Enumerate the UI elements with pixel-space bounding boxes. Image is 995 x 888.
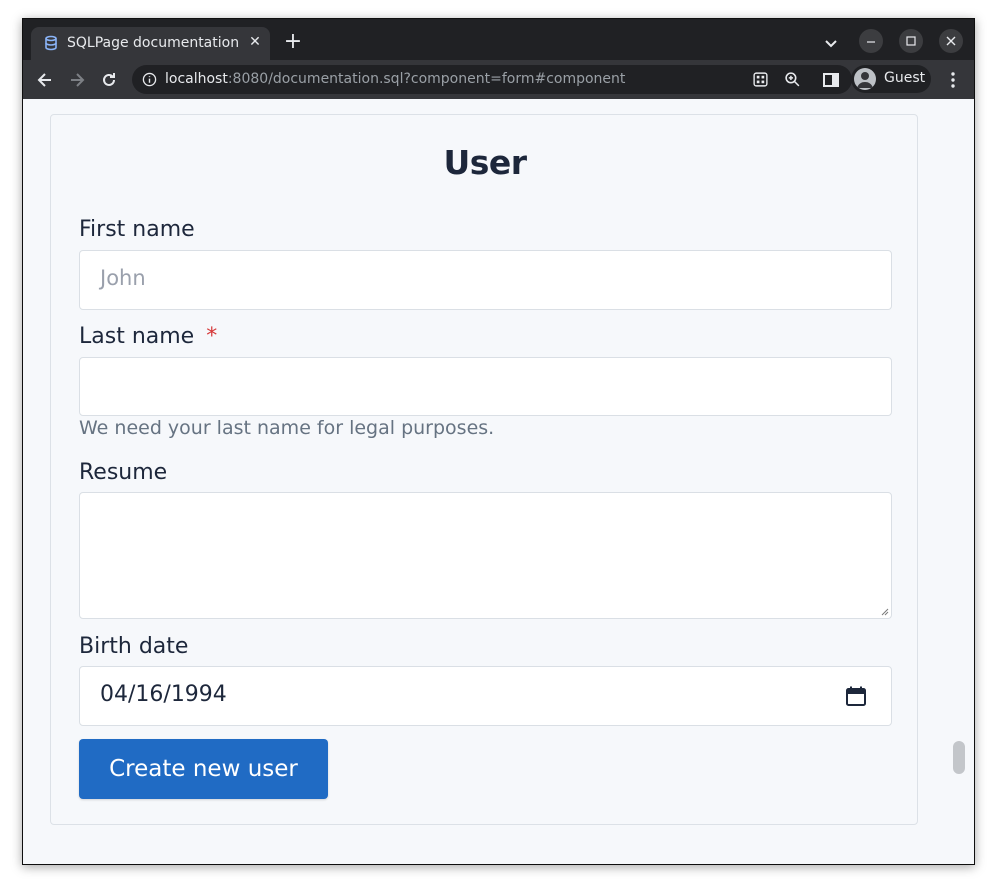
url-text: localhost:8080/documentation.sql?compone…	[165, 71, 625, 87]
resume-textarea[interactable]	[79, 492, 892, 619]
more-menu-icon[interactable]	[943, 70, 963, 90]
resume-label: Resume	[79, 460, 168, 485]
close-window-button[interactable]	[939, 29, 963, 53]
address-bar[interactable]: localhost:8080/documentation.sql?compone…	[132, 65, 852, 94]
calendar-icon[interactable]	[845, 685, 867, 707]
create-user-button[interactable]: Create new user	[79, 739, 328, 799]
last-name-label: Last name *	[79, 324, 217, 349]
browser-toolbar: localhost:8080/documentation.sql?compone…	[23, 60, 974, 99]
maximize-icon	[906, 36, 916, 46]
close-icon	[946, 36, 956, 46]
url-host: localhost	[165, 71, 228, 87]
first-name-input[interactable]: John	[79, 250, 892, 310]
form-title: User	[443, 143, 527, 182]
avatar	[854, 68, 876, 90]
url-path: :8080/documentation.sql?component=form#c…	[227, 71, 626, 87]
maximize-button[interactable]	[899, 29, 923, 53]
active-tab[interactable]: SQLPage documentation ✕	[31, 27, 270, 60]
back-icon[interactable]	[35, 70, 55, 90]
birth-date-label: Birth date	[79, 634, 189, 659]
side-panel-icon[interactable]	[821, 70, 841, 90]
info-icon[interactable]	[142, 72, 157, 87]
scrollbar-thumb[interactable]	[953, 741, 965, 774]
resize-handle-icon[interactable]	[881, 608, 889, 616]
zoom-icon[interactable]	[784, 71, 801, 88]
last-name-label-text: Last name	[79, 324, 195, 349]
database-icon	[45, 35, 57, 51]
minimize-icon	[867, 41, 875, 43]
minimize-button[interactable]	[859, 29, 883, 53]
apps-icon[interactable]	[752, 71, 769, 88]
birth-date-value: 04/16/1994	[100, 682, 227, 707]
last-name-description: We need your last name for legal purpose…	[79, 417, 495, 439]
first-name-label: First name	[79, 217, 195, 242]
birth-date-input[interactable]: 04/16/1994	[79, 666, 892, 726]
profile-button[interactable]: Guest	[851, 65, 931, 93]
first-name-placeholder: John	[100, 266, 146, 290]
tab-strip: SQLPage documentation ✕ +	[23, 19, 974, 60]
page-viewport: User First name John Last name * We need …	[23, 99, 974, 864]
tab-close-icon[interactable]: ✕	[246, 33, 264, 51]
required-marker: *	[206, 324, 218, 349]
chevron-down-icon[interactable]	[821, 33, 841, 53]
last-name-input[interactable]	[79, 357, 892, 416]
user-form-card: User First name John Last name * We need …	[50, 114, 918, 825]
tab-title: SQLPage documentation	[67, 35, 240, 51]
person-icon	[857, 72, 873, 88]
forward-icon[interactable]	[67, 70, 87, 90]
profile-label: Guest	[884, 70, 926, 86]
reload-icon[interactable]	[99, 70, 119, 90]
new-tab-button[interactable]: +	[281, 31, 305, 55]
browser-window: SQLPage documentation ✕ + localhost:8080…	[22, 18, 975, 865]
